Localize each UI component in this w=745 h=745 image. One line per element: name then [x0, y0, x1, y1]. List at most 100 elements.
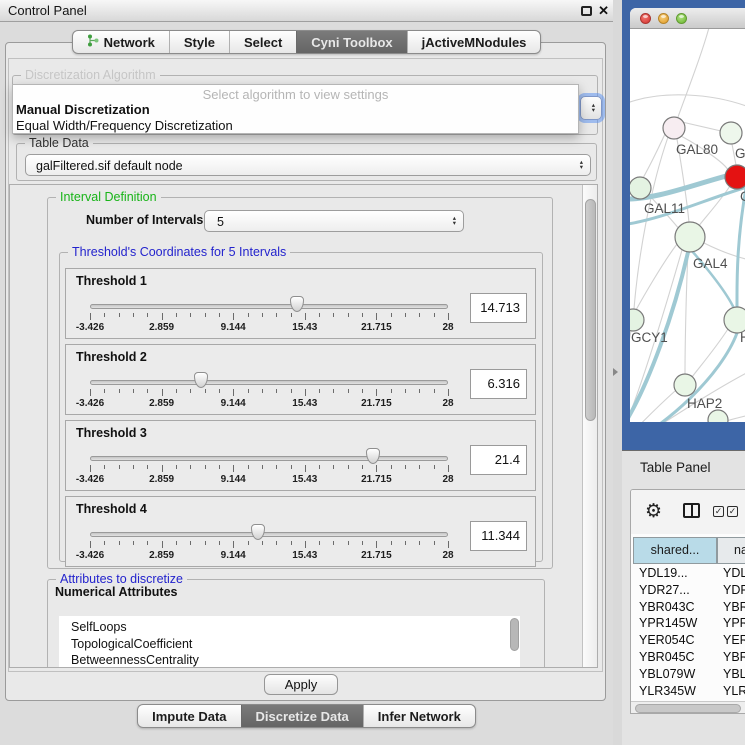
- slider-track[interactable]: [90, 532, 448, 537]
- float-window-icon[interactable]: [581, 6, 592, 16]
- bottom-tab-bar: Impute DataDiscretize Data Infer Network: [0, 704, 613, 728]
- threshold-value-field[interactable]: 11.344: [470, 521, 527, 551]
- column-header-shared[interactable]: shared...: [633, 537, 717, 564]
- attribute-item-betweennesscentrality[interactable]: BetweennessCentrality: [59, 652, 520, 668]
- slider-ticks: [66, 389, 535, 397]
- threshold-value-field[interactable]: 21.4: [470, 445, 527, 475]
- tab-select[interactable]: Select: [229, 31, 296, 53]
- attribute-item-topologicalcoefficient[interactable]: TopologicalCoefficient: [59, 636, 520, 653]
- threshold-value-field[interactable]: 14.713: [470, 293, 527, 323]
- table-row[interactable]: YLR345W YLR3: [631, 684, 745, 701]
- node-label: GAL4: [693, 256, 728, 271]
- network-canvas[interactable]: GAL80GACGAL11GAL4GCY1HHAP2: [630, 29, 745, 422]
- network-edge: [636, 244, 677, 310]
- slider-track[interactable]: [90, 380, 448, 385]
- slider-ticks: [66, 541, 535, 549]
- bottom-tab-impute-data[interactable]: Impute Data: [138, 705, 240, 727]
- mac-minimize-button[interactable]: [658, 13, 669, 24]
- checkbox-icon[interactable]: ✓: [727, 506, 738, 517]
- slider-ticks: [66, 465, 535, 473]
- network-edge: [682, 122, 721, 131]
- threshold-box-3: Threshold 3-3.4262.8599.14415.4321.71528…: [65, 420, 536, 491]
- table-row[interactable]: YPR145WYPR1: [631, 616, 745, 633]
- network-icon: [87, 34, 99, 50]
- network-node-gcy1[interactable]: [630, 309, 644, 331]
- attribute-item-selfloops[interactable]: SelfLoops: [59, 619, 520, 636]
- control-panel-titlebar: Control Panel ✕: [0, 0, 613, 22]
- algorithm-combo-stepper[interactable]: ▴▾: [580, 96, 602, 120]
- slider-thumb[interactable]: [366, 448, 380, 464]
- bottom-tab-label: Infer Network: [378, 709, 461, 724]
- cell-name: YLR3: [723, 684, 745, 698]
- apply-button[interactable]: Apply: [264, 674, 338, 695]
- node-label: GAL11: [644, 201, 685, 216]
- slider-thumb[interactable]: [194, 372, 208, 388]
- window-title: Control Panel: [8, 0, 87, 22]
- number-of-intervals-label: Number of Intervals: [86, 209, 203, 231]
- splitter-collapse-arrow-icon[interactable]: [613, 368, 618, 376]
- checkbox-icon[interactable]: ✓: [713, 506, 724, 517]
- tab-label: Select: [244, 35, 282, 50]
- gear-icon[interactable]: ⚙: [645, 499, 662, 523]
- slider-thumb[interactable]: [251, 524, 265, 540]
- threshold-value-field[interactable]: 6.316: [470, 369, 527, 399]
- network-node-gal4[interactable]: [675, 222, 705, 252]
- network-node-hap2[interactable]: [674, 374, 696, 396]
- algorithm-option-manual-discretization[interactable]: Manual Discretization: [16, 102, 150, 117]
- algorithm-dropdown-popup: Select algorithm to view settings Manual…: [12, 84, 579, 134]
- numerical-attributes-list[interactable]: SelfLoopsTopologicalCoefficientBetweenne…: [59, 616, 520, 668]
- cell-shared-name: YDL19...: [639, 566, 688, 580]
- node-label: HAP2: [687, 396, 722, 411]
- slider-track[interactable]: [90, 304, 448, 309]
- close-icon[interactable]: ✕: [598, 0, 609, 22]
- column-split-icon[interactable]: [683, 503, 700, 518]
- table-panel: Table Panel ⚙ ✓ ✓ shared... name YDL19..…: [622, 450, 745, 745]
- cell-shared-name: YLR345W: [639, 684, 696, 698]
- table-row[interactable]: YDR27...YDR2: [631, 583, 745, 600]
- network-node-item[interactable]: [708, 410, 728, 422]
- tab-style[interactable]: Style: [169, 31, 229, 53]
- network-node-gal80[interactable]: [663, 117, 685, 139]
- threshold-box-4: Threshold 4-3.4262.8599.14415.4321.71528…: [65, 496, 536, 567]
- network-node-gal11[interactable]: [630, 177, 651, 199]
- node-label: GCY1: [631, 330, 668, 345]
- bottom-tab-discretize-data[interactable]: Discretize Data: [241, 705, 363, 727]
- table-row[interactable]: YER054CYER0: [631, 633, 745, 650]
- settings-vertical-scrollbar[interactable]: [582, 185, 598, 667]
- list-scrollbar-thumb[interactable]: [510, 618, 519, 651]
- network-node-ga[interactable]: [720, 122, 742, 144]
- slider-track[interactable]: [90, 456, 448, 461]
- table-data-combo[interactable]: galFiltered.sif default node ▴▾: [25, 154, 591, 176]
- tab-jactivemnodules[interactable]: jActiveMNodules: [407, 31, 541, 53]
- scrollbar-thumb[interactable]: [585, 199, 596, 421]
- table-row[interactable]: YBL079WYBL0: [631, 667, 745, 684]
- scrollbar-thumb[interactable]: [635, 704, 741, 713]
- tab-label: jActiveMNodules: [422, 35, 527, 50]
- table-row[interactable]: YBR043CYBR0: [631, 600, 745, 617]
- table-horizontal-scrollbar[interactable]: [631, 701, 745, 714]
- cell-name: YBR0: [723, 650, 745, 664]
- network-window-titlebar[interactable]: [630, 8, 745, 29]
- cell-name: YPR1: [723, 616, 745, 630]
- bottom-tab-infer-network[interactable]: Infer Network: [363, 705, 475, 727]
- tab-cyni-toolbox[interactable]: Cyni Toolbox: [296, 31, 406, 53]
- tab-network[interactable]: Network: [73, 31, 169, 53]
- network-edge: [692, 329, 728, 377]
- network-view-frame: GAL80GACGAL11GAL4GCY1HHAP2: [622, 0, 745, 450]
- mac-close-button[interactable]: [640, 13, 651, 24]
- cell-name: YDR2: [723, 583, 745, 597]
- slider-thumb[interactable]: [290, 296, 304, 312]
- table-row[interactable]: YDL19...YDL1: [631, 566, 745, 583]
- mac-zoom-button[interactable]: [676, 13, 687, 24]
- slider-tick-labels: -3.4262.8599.14415.4321.71528: [66, 550, 535, 562]
- stepper-arrows-icon: ▴▾: [453, 216, 456, 226]
- network-edge: [630, 95, 745, 109]
- numerical-attributes-label: Numerical Attributes: [55, 585, 177, 599]
- table-row[interactable]: YBR045CYBR0: [631, 650, 745, 667]
- number-of-intervals-combo[interactable]: 5 ▴▾: [204, 210, 464, 232]
- threshold-label: Threshold 2: [76, 350, 147, 364]
- network-node-c[interactable]: [725, 165, 745, 189]
- column-header-name[interactable]: name: [717, 537, 745, 564]
- algorithm-option-equal-width-frequency-discretization[interactable]: Equal Width/Frequency Discretization: [16, 118, 233, 133]
- network-graph: GAL80GACGAL11GAL4GCY1HHAP2: [630, 29, 745, 422]
